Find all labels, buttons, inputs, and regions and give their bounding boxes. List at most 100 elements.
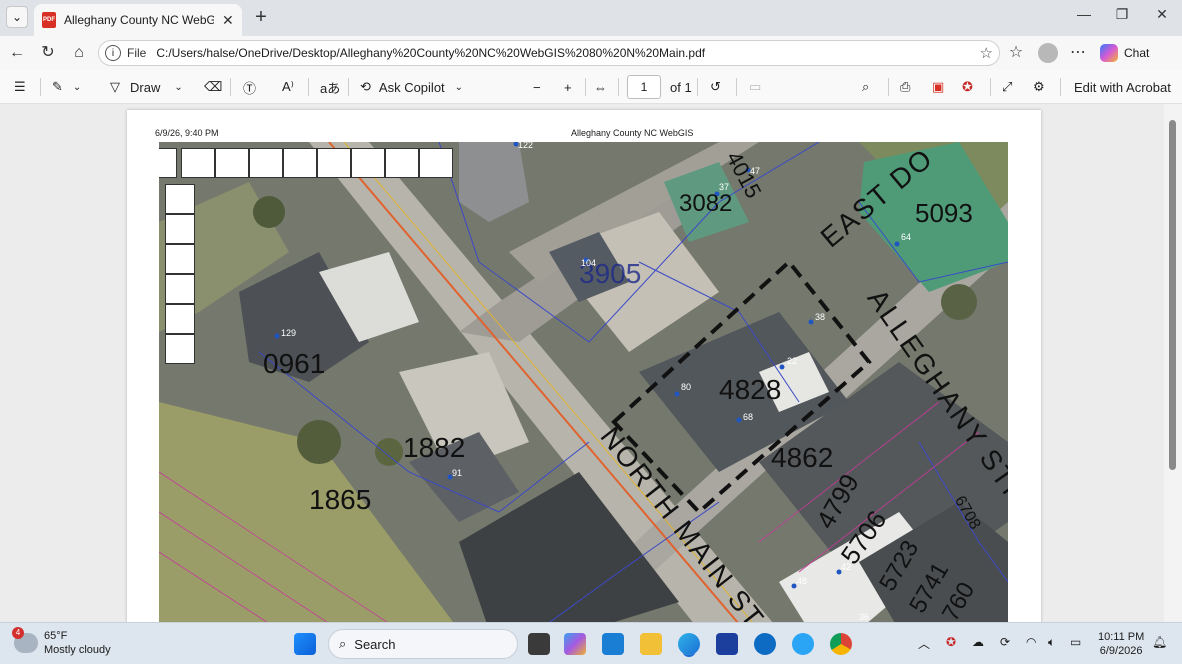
page-number-input[interactable]: 1 — [627, 75, 661, 99]
tab-active[interactable]: PDF Alleghany County NC WebGIS 80 N ✕ — [34, 4, 242, 36]
map-tool-column — [165, 184, 195, 364]
map-tool-box — [215, 148, 249, 178]
parcel-label: 1882 — [403, 432, 466, 463]
sync-icon[interactable]: ⟳ — [1000, 635, 1010, 649]
navigation-bar: ← ↻ ⌂ i File C:/Users/halse/OneDrive/Des… — [0, 36, 1182, 70]
toolbar-divider — [40, 78, 41, 96]
parcel-label: 4862 — [771, 442, 834, 473]
new-tab-icon[interactable]: + — [250, 6, 272, 28]
draw-button[interactable]: ▽ Draw ⌄ — [110, 76, 183, 98]
minimize-icon[interactable]: — — [1064, 6, 1104, 28]
ask-copilot-button[interactable]: ⟲ Ask Copilot ⌄ — [360, 76, 463, 98]
hp-icon[interactable] — [754, 633, 776, 655]
system-clock[interactable]: 10:11 PM 6/9/2026 — [1098, 630, 1144, 658]
fit-page-icon[interactable]: ⇔ — [594, 76, 607, 98]
address-number: 38 — [815, 312, 826, 322]
refresh-icon[interactable]: ↻ — [36, 41, 60, 65]
task-view-icon[interactable] — [528, 633, 550, 655]
add-text-icon[interactable]: Ⓣ — [243, 76, 256, 98]
address-number: 22 — [787, 356, 798, 366]
copilot-app-icon[interactable] — [564, 633, 586, 655]
address-number: 91 — [452, 468, 463, 478]
tab-list-chevron-icon[interactable]: ⌄ — [6, 6, 28, 28]
parcel-label: 5093 — [915, 198, 973, 228]
zoom-out-icon[interactable]: − — [533, 76, 541, 98]
rotate-icon[interactable]: ↺ — [710, 76, 721, 98]
tray-app-icon[interactable]: ✪ — [946, 635, 956, 649]
parcel-label: 0961 — [263, 348, 326, 379]
messenger-icon[interactable] — [792, 633, 814, 655]
back-arrow-icon[interactable]: ← — [5, 41, 29, 65]
find-icon[interactable]: ⌕ — [862, 76, 869, 98]
print-icon[interactable]: ⎙ — [900, 76, 910, 98]
restore-icon[interactable]: ❐ — [1102, 6, 1142, 28]
highlight-icon[interactable]: ✎ ⌄ — [52, 76, 81, 98]
start-windows-icon[interactable] — [294, 633, 316, 655]
profile-avatar[interactable] — [1038, 43, 1058, 63]
tab-close-icon[interactable]: ✕ — [222, 12, 234, 29]
eraser-icon[interactable]: ⌫ — [204, 76, 222, 98]
map-tool-box — [159, 148, 177, 178]
edge-browser-icon[interactable] — [678, 633, 700, 655]
address-number: 36 — [859, 612, 870, 622]
translate-icon[interactable]: aあ — [320, 76, 340, 98]
toolbar-divider — [230, 78, 231, 96]
chrome-icon[interactable] — [830, 633, 852, 655]
pdf-favicon-icon: PDF — [42, 12, 56, 28]
toolbar-divider — [990, 78, 991, 96]
map-tool-box — [385, 148, 419, 178]
store-icon[interactable] — [602, 633, 624, 655]
read-aloud-icon[interactable]: A⁾ — [282, 76, 294, 98]
map-tool-box — [419, 148, 453, 178]
map-tool-box — [165, 334, 195, 364]
taskbar-search[interactable]: ⌕ Search — [328, 629, 518, 659]
edit-with-acrobat-button[interactable]: Edit with Acrobat — [1074, 76, 1171, 98]
clock-time: 10:11 PM — [1098, 631, 1145, 643]
address-number: 47 — [750, 166, 761, 176]
address-url[interactable]: C:/Users/halse/OneDrive/Desktop/Alleghan… — [156, 46, 705, 60]
save-icon[interactable]: ▣ — [932, 76, 944, 98]
draw-pen-icon: ▽ — [110, 79, 120, 94]
tab-title: Alleghany County NC WebGIS 80 N — [64, 13, 214, 27]
aerial-parcel-map[interactable]: 3082 4015 5093 3905 0961 4828 4862 1882 … — [159, 142, 1008, 622]
page-count: of 1 — [670, 79, 692, 95]
acrobat-icon[interactable]: ✪ — [962, 76, 973, 98]
windows-taskbar: 4 65°F Mostly cloudy ⌕ Search ︿ ✪ ☁ ⟳ ◠ … — [0, 622, 1182, 664]
copilot-chat-button[interactable]: Chat — [1100, 43, 1149, 63]
cloud-icon: 4 — [12, 627, 38, 653]
map-tool-box — [165, 274, 195, 304]
window-close-icon[interactable]: ✕ — [1142, 6, 1182, 28]
app-icon[interactable] — [716, 633, 738, 655]
tab-strip: ⌄ PDF Alleghany County NC WebGIS 80 N ✕ … — [0, 0, 1182, 36]
toolbar-divider — [585, 78, 586, 96]
address-bar[interactable]: i File C:/Users/halse/OneDrive/Desktop/A… — [98, 40, 1000, 66]
weather-desc: Mostly cloudy — [44, 644, 111, 656]
more-options-icon[interactable]: ⋯ — [1066, 41, 1090, 65]
file-explorer-icon[interactable] — [640, 633, 662, 655]
toolbar-divider — [308, 78, 309, 96]
wifi-icon[interactable]: ◠ — [1026, 635, 1036, 649]
tray-overflow-chevron-icon[interactable]: ︿ — [918, 635, 930, 652]
weather-widget[interactable]: 4 65°F Mostly cloudy — [12, 627, 111, 657]
notifications-icon[interactable]: 🔔︎ — [1152, 635, 1167, 649]
volume-icon[interactable]: 🔈︎ — [1048, 635, 1055, 650]
home-icon[interactable]: ⌂ — [67, 41, 91, 65]
zoom-in-icon[interactable]: + — [564, 76, 572, 98]
ask-copilot-chevron-icon: ⌄ — [454, 81, 464, 93]
favorites-icon[interactable]: ☆ — [1004, 41, 1028, 65]
info-icon[interactable]: i — [105, 45, 121, 61]
settings-gear-icon[interactable]: ⚙ — [1033, 76, 1045, 98]
fullscreen-icon[interactable]: ⤢ — [1002, 76, 1012, 98]
favorite-star-icon[interactable]: ☆ — [980, 44, 993, 62]
page-view-icon[interactable]: ▭ — [749, 76, 761, 98]
battery-icon[interactable]: ▭ — [1070, 635, 1081, 649]
copilot-outline-icon: ⟲ — [360, 79, 371, 94]
contents-list-icon[interactable]: ☰ — [14, 76, 26, 98]
scrollbar-thumb[interactable] — [1169, 120, 1176, 470]
vertical-scrollbar[interactable] — [1164, 104, 1182, 622]
onedrive-cloud-icon[interactable]: ☁ — [972, 635, 984, 649]
pdf-viewport[interactable]: 6/9/26, 9:40 PM Alleghany County NC WebG… — [0, 104, 1182, 622]
copilot-icon — [1100, 44, 1118, 62]
clock-date: 6/9/2026 — [1099, 645, 1143, 657]
chat-label: Chat — [1124, 46, 1150, 60]
